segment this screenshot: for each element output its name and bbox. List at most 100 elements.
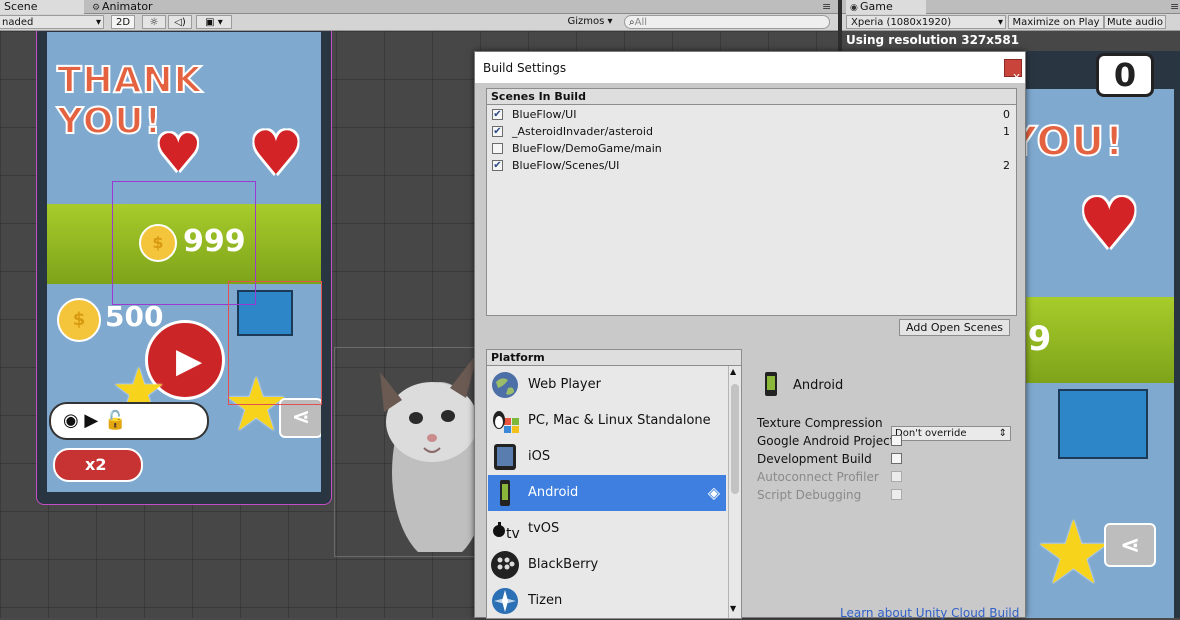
scene-index: 0 bbox=[1003, 108, 1010, 121]
platform-label: iOS bbox=[528, 449, 551, 464]
coin-icon: $ bbox=[57, 298, 101, 342]
tab-game[interactable]: ◉ Game bbox=[846, 0, 926, 14]
mode-2d-toggle[interactable]: 2D bbox=[111, 15, 135, 29]
platform-item-ios[interactable]: iOS bbox=[488, 439, 726, 475]
globe-icon bbox=[492, 372, 518, 398]
scene-include-checkbox[interactable] bbox=[492, 143, 503, 154]
scene-lighting-toggle[interactable]: ☼ bbox=[142, 15, 166, 29]
close-button[interactable]: x bbox=[1004, 59, 1022, 84]
platform-label: PC, Mac & Linux Standalone bbox=[528, 413, 711, 428]
development-build-checkbox[interactable] bbox=[891, 453, 902, 464]
texture-compression-dropdown[interactable]: Don't override ⇕ bbox=[891, 426, 1011, 441]
shading-mode-dropdown[interactable]: naded ▾ bbox=[0, 15, 104, 29]
selected-platform-title: Android bbox=[793, 378, 844, 393]
cat-sprite bbox=[370, 352, 488, 562]
platform-header: Platform bbox=[487, 350, 741, 366]
android-icon bbox=[500, 480, 510, 506]
gizmos-dropdown[interactable]: Gizmos ▾ bbox=[562, 15, 618, 29]
autoconnect-profiler-checkbox bbox=[891, 471, 902, 482]
game-tab-menu-icon[interactable]: ≡ bbox=[1166, 0, 1180, 14]
platform-scrollbar[interactable]: ▲ ▼ bbox=[728, 366, 741, 618]
game-toolbar: Xperia (1080x1920) ▾ Maximize on Play Mut… bbox=[842, 14, 1180, 31]
tizen-icon bbox=[492, 588, 518, 614]
scene-tab-menu-icon[interactable]: ≡ bbox=[818, 0, 834, 14]
platform-item-tvos[interactable]: tv tvOS bbox=[488, 511, 726, 547]
scene-row[interactable]: ✔ _AsteroidInvader/asteroid 1 bbox=[487, 123, 1016, 140]
scene-include-checkbox[interactable]: ✔ bbox=[492, 160, 503, 171]
shading-mode-value: naded bbox=[2, 17, 34, 28]
platform-label: Android bbox=[528, 485, 579, 500]
mute-audio-toggle[interactable]: Mute audio bbox=[1104, 15, 1166, 29]
platform-item-web-player[interactable]: Web Player bbox=[488, 367, 726, 403]
dropdown-arrow-icon: ⇕ bbox=[998, 428, 1007, 439]
scene-include-checkbox[interactable]: ✔ bbox=[492, 126, 503, 137]
scrollbar-thumb[interactable] bbox=[731, 384, 739, 494]
scenes-in-build-list[interactable]: Scenes In Build ✔ BlueFlow/UI 0 ✔ _Aster… bbox=[486, 88, 1017, 316]
platform-label: Tizen bbox=[528, 593, 563, 608]
tab-animator[interactable]: ⚙ Animator bbox=[88, 0, 188, 14]
ipad-icon bbox=[494, 444, 516, 470]
resolution-dropdown[interactable]: Xperia (1080x1920) ▾ bbox=[846, 15, 1006, 29]
google-android-project-label: Google Android Project bbox=[757, 434, 895, 448]
double-coins-button[interactable]: x2 bbox=[53, 448, 143, 482]
scene-audio-toggle[interactable]: ◁) bbox=[168, 15, 192, 29]
scene-search-input[interactable]: ⌕All bbox=[624, 15, 830, 29]
gizmos-label: Gizmos bbox=[567, 16, 605, 27]
sun-icon: ☼ bbox=[149, 17, 159, 28]
game-tab-label: Game bbox=[860, 0, 893, 13]
autoconnect-profiler-label: Autoconnect Profiler bbox=[757, 470, 879, 484]
svg-text:tv: tv bbox=[506, 526, 520, 542]
heart-icon: ♥ bbox=[249, 119, 303, 189]
development-build-label: Development Build bbox=[757, 452, 872, 466]
add-open-scenes-button[interactable]: Add Open Scenes bbox=[899, 319, 1010, 336]
dropdown-arrow-icon: ▾ bbox=[95, 17, 101, 28]
star-icon: ★ bbox=[1034, 501, 1113, 604]
scene-row[interactable]: ✔ BlueFlow/UI 0 bbox=[487, 106, 1016, 123]
heart-icon: ♥ bbox=[1078, 183, 1141, 265]
window-title: Build Settings bbox=[483, 61, 567, 75]
platform-item-blackberry[interactable]: BlackBerry bbox=[488, 547, 726, 583]
video-reward-bubble[interactable]: ◉ ▶ 🔓 bbox=[49, 402, 209, 440]
texture-compression-value: Don't override bbox=[895, 428, 967, 439]
apple-tv-icon: tv bbox=[493, 522, 520, 542]
resolution-status: Using resolution 327x581 bbox=[846, 33, 1020, 47]
platform-label: BlackBerry bbox=[528, 557, 599, 572]
scene-name: BlueFlow/Scenes/UI bbox=[512, 159, 620, 172]
scene-tab-label: Scene bbox=[4, 0, 38, 13]
window-title-bar[interactable]: Build Settings x bbox=[475, 52, 1025, 84]
platform-label: tvOS bbox=[528, 521, 560, 536]
platform-settings-panel: Android Texture Compression Don't overri… bbox=[757, 352, 1019, 620]
close-icon: x bbox=[1013, 70, 1021, 84]
platform-item-standalone[interactable]: PC, Mac & Linux Standalone bbox=[488, 403, 726, 439]
speaker-icon: ◁) bbox=[174, 17, 186, 28]
windows-icon bbox=[493, 411, 519, 433]
search-placeholder: All bbox=[634, 17, 648, 28]
resolution-value: Xperia (1080x1920) bbox=[851, 17, 952, 28]
scroll-down-icon[interactable]: ▼ bbox=[730, 604, 736, 613]
scene-toolbar: naded ▾ 2D ☼ ◁) ▣ ▾ Gizmos ▾ ⌕All bbox=[0, 14, 838, 31]
script-debugging-checkbox bbox=[891, 489, 902, 500]
scroll-up-icon[interactable]: ▲ bbox=[730, 367, 736, 376]
heart-icon: ♥ bbox=[155, 124, 202, 184]
animator-tab-label: Animator bbox=[102, 0, 153, 13]
scene-include-checkbox[interactable]: ✔ bbox=[492, 109, 503, 120]
unity-logo-icon: ◈ bbox=[707, 483, 720, 502]
multiplier-label: x2 bbox=[85, 455, 107, 474]
image-icon: ▣ ▾ bbox=[205, 17, 223, 28]
google-android-project-checkbox[interactable] bbox=[891, 435, 902, 446]
scene-row[interactable]: BlueFlow/DemoGame/main bbox=[487, 140, 1016, 157]
scene-name: BlueFlow/UI bbox=[512, 108, 577, 121]
scene-effects-dropdown[interactable]: ▣ ▾ bbox=[196, 15, 232, 29]
scene-name: BlueFlow/DemoGame/main bbox=[512, 142, 662, 155]
share-button[interactable]: ⋖ bbox=[1104, 523, 1156, 567]
platform-item-android[interactable]: Android ◈ bbox=[488, 475, 726, 511]
tab-scene[interactable]: Scene bbox=[0, 0, 84, 14]
play-icon: ▶ bbox=[176, 341, 203, 381]
platform-list[interactable]: Platform Web Player PC, Mac & Linux Stan… bbox=[486, 349, 742, 619]
scene-index: 1 bbox=[1003, 125, 1010, 138]
share-icon: ⋖ bbox=[1119, 531, 1141, 559]
blackberry-icon bbox=[491, 551, 519, 579]
scene-row[interactable]: ✔ BlueFlow/Scenes/UI 2 bbox=[487, 157, 1016, 174]
platform-item-tizen[interactable]: Tizen bbox=[488, 583, 726, 618]
maximize-on-play-toggle[interactable]: Maximize on Play bbox=[1008, 15, 1104, 29]
